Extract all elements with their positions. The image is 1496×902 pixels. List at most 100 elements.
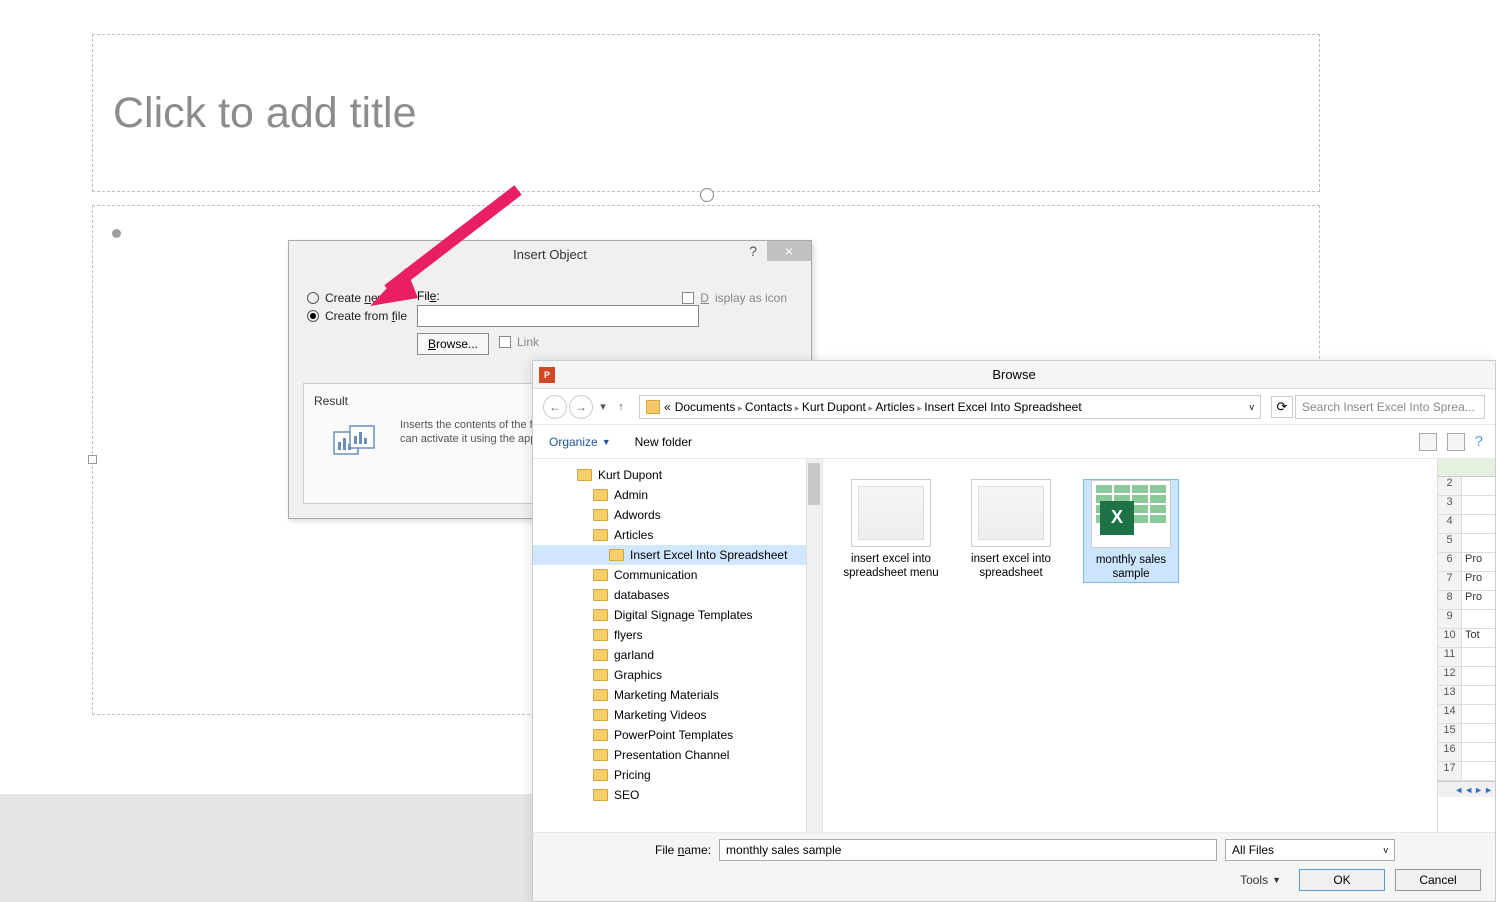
row-header[interactable]: 14: [1438, 705, 1462, 723]
up-button[interactable]: ↑: [613, 401, 629, 413]
sheet-row[interactable]: 9: [1438, 610, 1495, 629]
sheet-row[interactable]: 15: [1438, 724, 1495, 743]
tree-scrollbar[interactable]: [806, 459, 822, 832]
row-header[interactable]: 9: [1438, 610, 1462, 628]
tree-item[interactable]: PowerPoint Templates: [533, 725, 822, 745]
file-item[interactable]: Xmonthly sales sample: [1083, 479, 1179, 583]
cell-value[interactable]: Tot: [1462, 629, 1480, 647]
tree-item[interactable]: Marketing Videos: [533, 705, 822, 725]
row-header[interactable]: 7: [1438, 572, 1462, 590]
breadcrumb-segment[interactable]: Insert Excel Into Spreadsheet: [924, 400, 1081, 414]
view-options-button[interactable]: [1419, 433, 1437, 451]
forward-button[interactable]: →: [569, 395, 593, 419]
tree-item[interactable]: Graphics: [533, 665, 822, 685]
organize-button[interactable]: Organize ▼: [549, 435, 611, 449]
refresh-button[interactable]: ⟳: [1271, 396, 1293, 418]
cell-value[interactable]: [1462, 724, 1465, 742]
row-header[interactable]: 15: [1438, 724, 1462, 742]
cell-value[interactable]: [1462, 705, 1465, 723]
row-header[interactable]: 11: [1438, 648, 1462, 666]
row-header[interactable]: 8: [1438, 591, 1462, 609]
row-header[interactable]: 4: [1438, 515, 1462, 533]
breadcrumb[interactable]: « Documents ▸ Contacts ▸ Kurt Dupont ▸ A…: [639, 395, 1261, 419]
tree-item[interactable]: Communication: [533, 565, 822, 585]
row-header[interactable]: 16: [1438, 743, 1462, 761]
folder-tree[interactable]: Kurt DupontAdminAdwordsArticlesInsert Ex…: [533, 459, 823, 832]
help-button[interactable]: ?: [749, 243, 757, 259]
sheet-row[interactable]: 14: [1438, 705, 1495, 724]
tools-button[interactable]: Tools ▼: [1240, 873, 1281, 887]
cell-value[interactable]: [1462, 496, 1465, 514]
tree-item[interactable]: SEO: [533, 785, 822, 805]
sheet-corner-cell[interactable]: [1438, 459, 1495, 477]
help-icon[interactable]: ?: [1475, 433, 1483, 450]
row-header[interactable]: 13: [1438, 686, 1462, 704]
cell-value[interactable]: [1462, 686, 1465, 704]
chevron-down-icon[interactable]: v: [1250, 402, 1255, 412]
radio-create-from-file[interactable]: Create from file: [289, 307, 407, 325]
sheet-row[interactable]: 12: [1438, 667, 1495, 686]
preview-pane-button[interactable]: [1447, 433, 1465, 451]
file-filter-dropdown[interactable]: All Filesv: [1225, 839, 1395, 861]
sheet-row[interactable]: 7Pro: [1438, 572, 1495, 591]
tree-item[interactable]: Digital Signage Templates: [533, 605, 822, 625]
title-placeholder-box[interactable]: Click to add title: [92, 34, 1320, 192]
cell-value[interactable]: [1462, 743, 1465, 761]
new-folder-button[interactable]: New folder: [635, 435, 692, 449]
tree-item[interactable]: Insert Excel Into Spreadsheet: [533, 545, 822, 565]
sheet-row[interactable]: 3: [1438, 496, 1495, 515]
cell-value[interactable]: Pro: [1462, 591, 1482, 609]
back-button[interactable]: ←: [543, 395, 567, 419]
cancel-button[interactable]: Cancel: [1395, 869, 1481, 891]
rotate-handle-icon[interactable]: [700, 188, 714, 202]
ok-button[interactable]: OK: [1299, 869, 1385, 891]
tree-item[interactable]: flyers: [533, 625, 822, 645]
cell-value[interactable]: [1462, 534, 1465, 552]
sheet-row[interactable]: 16: [1438, 743, 1495, 762]
file-list[interactable]: insert excel into spreadsheet menuinsert…: [823, 459, 1437, 832]
file-item[interactable]: insert excel into spreadsheet menu: [843, 479, 939, 581]
sheet-row[interactable]: 10Tot: [1438, 629, 1495, 648]
breadcrumb-segment[interactable]: Documents: [675, 400, 736, 414]
row-header[interactable]: 5: [1438, 534, 1462, 552]
sheet-row[interactable]: 6Pro: [1438, 553, 1495, 572]
close-button[interactable]: ×: [767, 241, 811, 261]
breadcrumb-segment[interactable]: Kurt Dupont: [802, 400, 866, 414]
tree-item[interactable]: Adwords: [533, 505, 822, 525]
tree-item[interactable]: Pricing: [533, 765, 822, 785]
sheet-row[interactable]: 2: [1438, 477, 1495, 496]
tree-item[interactable]: databases: [533, 585, 822, 605]
history-dropdown[interactable]: ▾: [595, 400, 611, 413]
sheet-scrollbar[interactable]: ◄◄►►: [1438, 781, 1495, 797]
tree-item[interactable]: garland: [533, 645, 822, 665]
search-input[interactable]: Search Insert Excel Into Sprea...: [1295, 395, 1485, 419]
breadcrumb-segment[interactable]: Articles: [875, 400, 914, 414]
tree-item[interactable]: Marketing Materials: [533, 685, 822, 705]
sheet-row[interactable]: 17: [1438, 762, 1495, 781]
resize-handle-icon[interactable]: [88, 455, 97, 464]
cell-value[interactable]: Pro: [1462, 572, 1482, 590]
row-header[interactable]: 3: [1438, 496, 1462, 514]
cell-value[interactable]: [1462, 515, 1465, 533]
radio-create-new[interactable]: Create new: [289, 289, 407, 307]
cell-value[interactable]: [1462, 477, 1465, 495]
cell-value[interactable]: [1462, 762, 1465, 780]
file-item[interactable]: insert excel into spreadsheet: [963, 479, 1059, 581]
row-header[interactable]: 12: [1438, 667, 1462, 685]
row-header[interactable]: 2: [1438, 477, 1462, 495]
scrollbar-thumb[interactable]: [808, 463, 820, 505]
sheet-row[interactable]: 13: [1438, 686, 1495, 705]
cell-value[interactable]: Pro: [1462, 553, 1482, 571]
file-name-input[interactable]: [719, 839, 1217, 861]
tree-item[interactable]: Admin: [533, 485, 822, 505]
cell-value[interactable]: [1462, 648, 1465, 666]
sheet-row[interactable]: 8Pro: [1438, 591, 1495, 610]
tree-item[interactable]: Presentation Channel: [533, 745, 822, 765]
sheet-row[interactable]: 5: [1438, 534, 1495, 553]
row-header[interactable]: 17: [1438, 762, 1462, 780]
cell-value[interactable]: [1462, 610, 1465, 628]
row-header[interactable]: 6: [1438, 553, 1462, 571]
sheet-row[interactable]: 11: [1438, 648, 1495, 667]
display-as-icon-checkbox[interactable]: Display as icon: [682, 291, 787, 305]
row-header[interactable]: 10: [1438, 629, 1462, 647]
